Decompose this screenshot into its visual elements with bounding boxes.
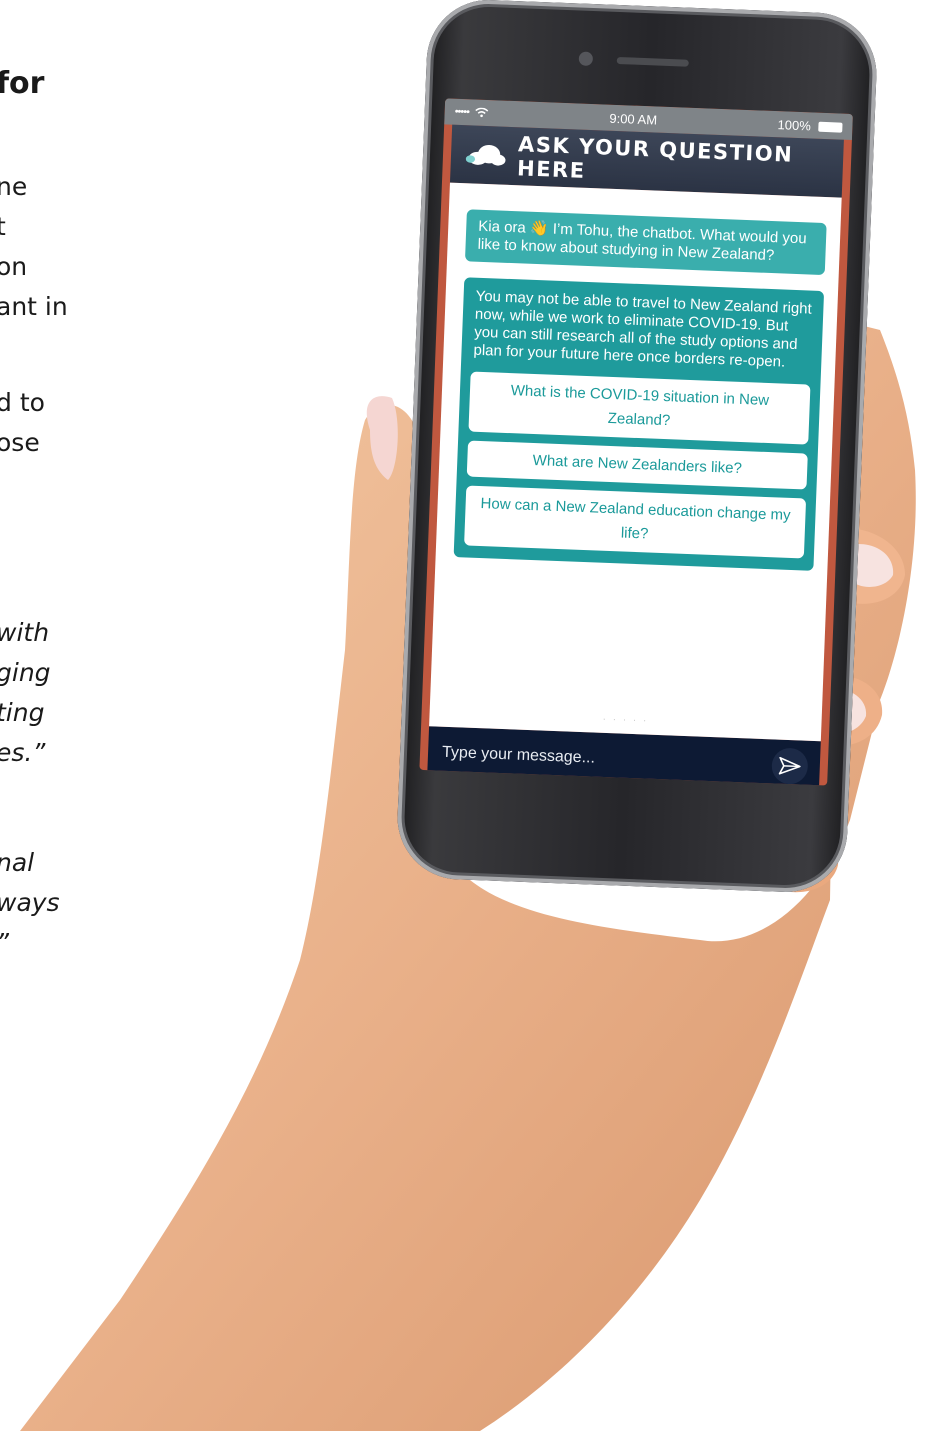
cloud-logo-icon bbox=[465, 144, 506, 166]
earpiece-speaker bbox=[616, 56, 689, 67]
send-icon bbox=[778, 756, 801, 775]
wifi-icon bbox=[475, 107, 489, 118]
phone-device: ••••• 9:00 AM 100% ASK YOUR QUESTION HER… bbox=[395, 0, 879, 895]
status-left: ••••• bbox=[454, 106, 489, 119]
phone-screen: ••••• 9:00 AM 100% ASK YOUR QUESTION HER… bbox=[419, 98, 853, 786]
send-button[interactable] bbox=[771, 747, 809, 785]
battery-icon bbox=[818, 121, 843, 133]
message-input[interactable] bbox=[439, 742, 745, 775]
quick-reply-covid-button[interactable]: What is the COVID-19 situation in New Ze… bbox=[468, 371, 811, 445]
chat-messages[interactable]: Kia ora 👋 I’m Tohu, the chatbot. What wo… bbox=[429, 182, 842, 742]
status-time: 9:00 AM bbox=[609, 110, 658, 128]
bot-info-message: You may not be able to travel to New Zea… bbox=[453, 277, 825, 571]
quick-reply-new-zealanders-button[interactable]: What are New Zealanders like? bbox=[466, 440, 808, 490]
status-battery: 100% bbox=[777, 116, 843, 134]
front-camera bbox=[578, 51, 594, 67]
battery-percent: 100% bbox=[777, 116, 812, 133]
quick-reply-education-button[interactable]: How can a New Zealand education change m… bbox=[464, 485, 807, 559]
chat-header-title: ASK YOUR QUESTION HERE bbox=[516, 132, 794, 183]
bot-info-text: You may not be able to travel to New Zea… bbox=[473, 287, 813, 371]
bot-greeting-message: Kia ora 👋 I’m Tohu, the chatbot. What wo… bbox=[464, 209, 827, 276]
signal-icon: ••••• bbox=[454, 105, 470, 119]
